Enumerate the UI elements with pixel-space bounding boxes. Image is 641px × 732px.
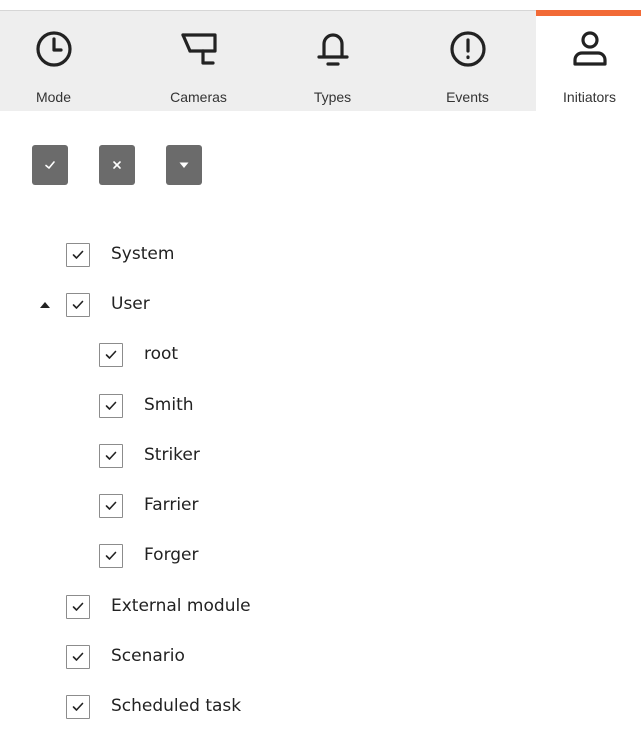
- collapse-arrow-icon[interactable]: [40, 300, 50, 310]
- check-icon: [105, 451, 117, 460]
- check-icon: [72, 602, 84, 611]
- tree-item-label: Smith: [144, 395, 194, 415]
- check-icon: [105, 501, 117, 510]
- close-icon: [113, 161, 121, 169]
- tree-item-scenario: Scenario: [0, 632, 641, 682]
- tab-label: Types: [313, 89, 352, 105]
- tab-types[interactable]: Types: [279, 11, 386, 111]
- check-icon: [72, 652, 84, 661]
- tab-label: Initiators: [563, 89, 616, 105]
- check-icon: [72, 702, 84, 711]
- alert-circle-icon: [448, 29, 488, 69]
- check-icon: [105, 350, 117, 359]
- tree-item-label: Forger: [144, 545, 199, 565]
- tree-item-striker: Striker: [0, 431, 641, 481]
- tree-item-smith: Smith: [0, 381, 641, 431]
- tab-label: Events: [446, 89, 489, 105]
- smith-checkbox[interactable]: [99, 394, 123, 418]
- bell-icon: [313, 29, 353, 69]
- tab-label: Mode: [35, 89, 72, 105]
- tab-initiators[interactable]: Initiators: [536, 10, 641, 112]
- check-icon: [105, 401, 117, 410]
- clock-icon: [34, 29, 74, 69]
- user-icon: [570, 29, 610, 69]
- tree-item-system: System: [0, 230, 641, 280]
- system-checkbox[interactable]: [66, 243, 90, 267]
- check-icon: [105, 551, 117, 560]
- tree-item-label: Farrier: [144, 495, 199, 515]
- tree-item-label: root: [144, 344, 179, 364]
- tree-item-label: External module: [111, 596, 251, 616]
- user-checkbox[interactable]: [66, 293, 90, 317]
- tab-events[interactable]: Events: [414, 11, 521, 111]
- tree-item-farrier: Farrier: [0, 481, 641, 531]
- tree-item-user: User: [0, 280, 641, 330]
- farrier-checkbox[interactable]: [99, 494, 123, 518]
- filter-tab-bar: Mode Cameras Types Events Initiators: [0, 10, 641, 112]
- scenario-checkbox[interactable]: [66, 645, 90, 669]
- uncheck-all-button[interactable]: [99, 145, 135, 185]
- tab-cameras[interactable]: Cameras: [145, 11, 252, 111]
- tree-item-label: System: [111, 244, 175, 264]
- check-icon: [72, 300, 84, 309]
- check-all-button[interactable]: [32, 145, 68, 185]
- tree-item-root: root: [0, 330, 641, 380]
- tree-item-external-module: External module: [0, 582, 641, 632]
- tab-mode[interactable]: Mode: [0, 11, 107, 111]
- forger-checkbox[interactable]: [99, 544, 123, 568]
- striker-checkbox[interactable]: [99, 444, 123, 468]
- check-icon: [45, 161, 55, 169]
- check-icon: [72, 250, 84, 259]
- caret-down-icon: [179, 162, 189, 168]
- tree-item-forger: Forger: [0, 531, 641, 581]
- camera-icon: [179, 29, 219, 69]
- root-checkbox[interactable]: [99, 343, 123, 367]
- tree-item-label: Striker: [144, 445, 200, 465]
- tree-item-scheduled-task: Scheduled task: [0, 682, 641, 732]
- tree-item-label: User: [111, 294, 150, 314]
- tree-item-label: Scenario: [111, 646, 185, 666]
- tree-item-label: Scheduled task: [111, 696, 242, 716]
- external-module-checkbox[interactable]: [66, 595, 90, 619]
- tab-label: Cameras: [170, 89, 227, 105]
- scheduled-task-checkbox[interactable]: [66, 695, 90, 719]
- options-dropdown-button[interactable]: [166, 145, 202, 185]
